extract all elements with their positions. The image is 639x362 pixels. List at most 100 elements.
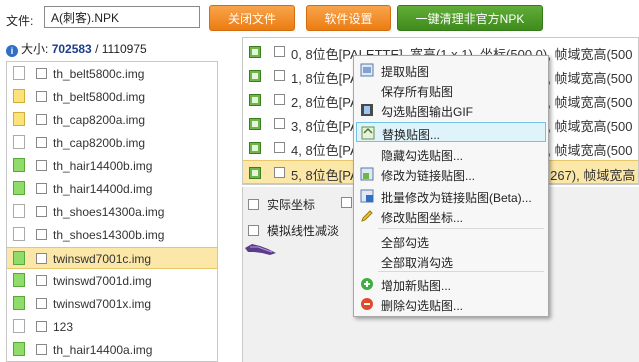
menu-item[interactable]: 删除勾选贴图... — [356, 294, 546, 314]
img-list-item[interactable]: twinswd7001c.img — [7, 247, 217, 269]
frame-image-icon — [249, 118, 261, 130]
linear-fade-label: 模拟线性减淡 — [267, 224, 340, 238]
menu-item-label: 全部取消勾选 — [381, 256, 454, 270]
context-menu: 提取贴图保存所有贴图 勾选贴图输出GIF 替换贴图... 隐藏勾选贴图... 修改为链接… — [353, 55, 549, 317]
img-list-item[interactable]: th_belt5800d.img — [7, 86, 217, 108]
frame-checkbox[interactable] — [274, 70, 285, 81]
img-list-item[interactable]: twinswd7001d.img — [7, 270, 217, 292]
item-checkbox[interactable] — [36, 229, 47, 240]
menu-item-label: 修改为链接贴图... — [381, 169, 476, 183]
frame-image-icon — [249, 94, 261, 106]
img-list-item[interactable]: th_hair14400b.img — [7, 155, 217, 177]
img-name: th_cap8200a.img — [53, 113, 146, 127]
link-image-icon — [360, 167, 374, 181]
menu-item[interactable]: 勾选贴图输出GIF — [356, 100, 546, 120]
img-name: th_hair14400b.img — [53, 159, 153, 173]
menu-item[interactable]: 提取贴图 — [356, 60, 546, 80]
file-icon — [13, 251, 25, 265]
frame-checkbox[interactable] — [274, 46, 285, 57]
batch-link-icon — [360, 189, 374, 203]
delete-icon — [360, 297, 374, 311]
add-icon — [360, 277, 374, 291]
img-name: 123 — [53, 320, 74, 334]
frame-checkbox[interactable] — [274, 167, 285, 178]
img-list-item[interactable]: th_shoes14300a.img — [7, 201, 217, 223]
img-list-item[interactable]: th_hair14400d.img — [7, 178, 217, 200]
menu-item[interactable]: 增加新贴图... — [356, 274, 546, 294]
img-name: th_hair14400a.img — [53, 343, 153, 357]
menu-item-label: 替换贴图... — [382, 128, 441, 142]
real-coords-checkbox[interactable] — [248, 199, 259, 210]
file-icon — [13, 158, 25, 172]
size-value: 702583 — [51, 42, 92, 56]
item-checkbox[interactable] — [36, 114, 47, 125]
item-checkbox[interactable] — [36, 321, 47, 332]
img-name: th_belt5800d.img — [53, 90, 146, 104]
menu-item[interactable]: 保存所有贴图 — [356, 80, 546, 100]
menu-item[interactable]: 修改贴图坐标... — [356, 206, 546, 226]
close-file-button[interactable]: 关闭文件 — [209, 5, 295, 31]
frame-checkbox[interactable] — [274, 94, 285, 105]
file-icon — [13, 135, 25, 149]
size-label: 大小: — [21, 42, 49, 56]
clean-unofficial-npk-button[interactable]: 一键清理非官方NPK — [397, 5, 543, 31]
img-list-item[interactable]: th_belt5800c.img — [7, 63, 217, 85]
file-icon — [13, 296, 25, 310]
menu-item[interactable]: 隐藏勾选贴图... — [356, 144, 546, 164]
img-list-item[interactable]: th_cap8200a.img — [7, 109, 217, 131]
item-checkbox[interactable] — [36, 298, 47, 309]
item-checkbox[interactable] — [36, 206, 47, 217]
img-name: th_belt5800c.img — [53, 67, 145, 81]
img-file-list[interactable]: th_belt5800c.img th_belt5800d.img th_cap82… — [6, 61, 218, 362]
file-icon — [13, 112, 25, 126]
menu-item-label: 增加新贴图... — [381, 279, 452, 293]
img-list-item[interactable]: th_cap8200b.img — [7, 132, 217, 154]
file-icon — [13, 66, 25, 80]
item-checkbox[interactable] — [36, 275, 47, 286]
menu-separator — [378, 228, 544, 229]
file-icon — [13, 204, 25, 218]
menu-item[interactable]: 全部取消勾选 — [356, 251, 546, 271]
menu-item[interactable]: 全部勾选 — [356, 231, 546, 251]
menu-item-label: 批量修改为链接贴图(Beta)... — [381, 191, 532, 205]
img-list-item[interactable]: twinswd7001x.img — [7, 293, 217, 315]
size-total: / 1110975 — [95, 42, 147, 56]
pencil-icon — [360, 209, 374, 223]
menu-item[interactable]: 批量修改为链接贴图(Beta)... — [356, 186, 546, 206]
extra-option-checkbox[interactable] — [341, 197, 352, 208]
menu-item[interactable]: 修改为链接贴图... — [356, 164, 546, 184]
frame-checkbox[interactable] — [274, 142, 285, 153]
file-path-field[interactable] — [44, 6, 200, 28]
real-coords-option[interactable]: 实际坐标 — [248, 196, 315, 213]
menu-item-label: 隐藏勾选贴图... — [381, 149, 464, 163]
file-icon — [13, 342, 25, 356]
file-icon — [13, 227, 25, 241]
linear-fade-option[interactable]: 模拟线性减淡 — [248, 222, 339, 239]
img-list-item[interactable]: 123 — [7, 316, 217, 338]
item-checkbox[interactable] — [36, 91, 47, 102]
item-checkbox[interactable] — [36, 183, 47, 194]
real-coords-label: 实际坐标 — [267, 198, 316, 212]
item-checkbox[interactable] — [36, 253, 47, 264]
menu-item-label: 修改贴图坐标... — [381, 211, 464, 225]
settings-button[interactable]: 软件设置 — [306, 5, 391, 31]
img-list-item[interactable]: th_shoes14300b.img — [7, 224, 217, 246]
item-checkbox[interactable] — [36, 160, 47, 171]
frame-image-icon — [249, 142, 261, 154]
frame-checkbox[interactable] — [274, 118, 285, 129]
replace-icon — [361, 126, 375, 140]
menu-item-label: 提取贴图 — [381, 65, 430, 79]
item-checkbox[interactable] — [36, 68, 47, 79]
item-checkbox[interactable] — [36, 137, 47, 148]
img-name: twinswd7001x.img — [53, 297, 152, 311]
img-name: th_shoes14300a.img — [53, 205, 165, 219]
linear-fade-checkbox[interactable] — [248, 225, 259, 236]
img-list-item[interactable]: th_hair14400a.img — [7, 339, 217, 361]
file-icon — [13, 181, 25, 195]
menu-item-label: 删除勾选贴图... — [381, 299, 464, 313]
menu-item[interactable]: 替换贴图... — [356, 122, 546, 142]
item-checkbox[interactable] — [36, 344, 47, 355]
gif-film-icon — [360, 103, 374, 117]
extract-icon — [360, 63, 374, 77]
menu-item-label: 保存所有贴图 — [381, 85, 454, 99]
